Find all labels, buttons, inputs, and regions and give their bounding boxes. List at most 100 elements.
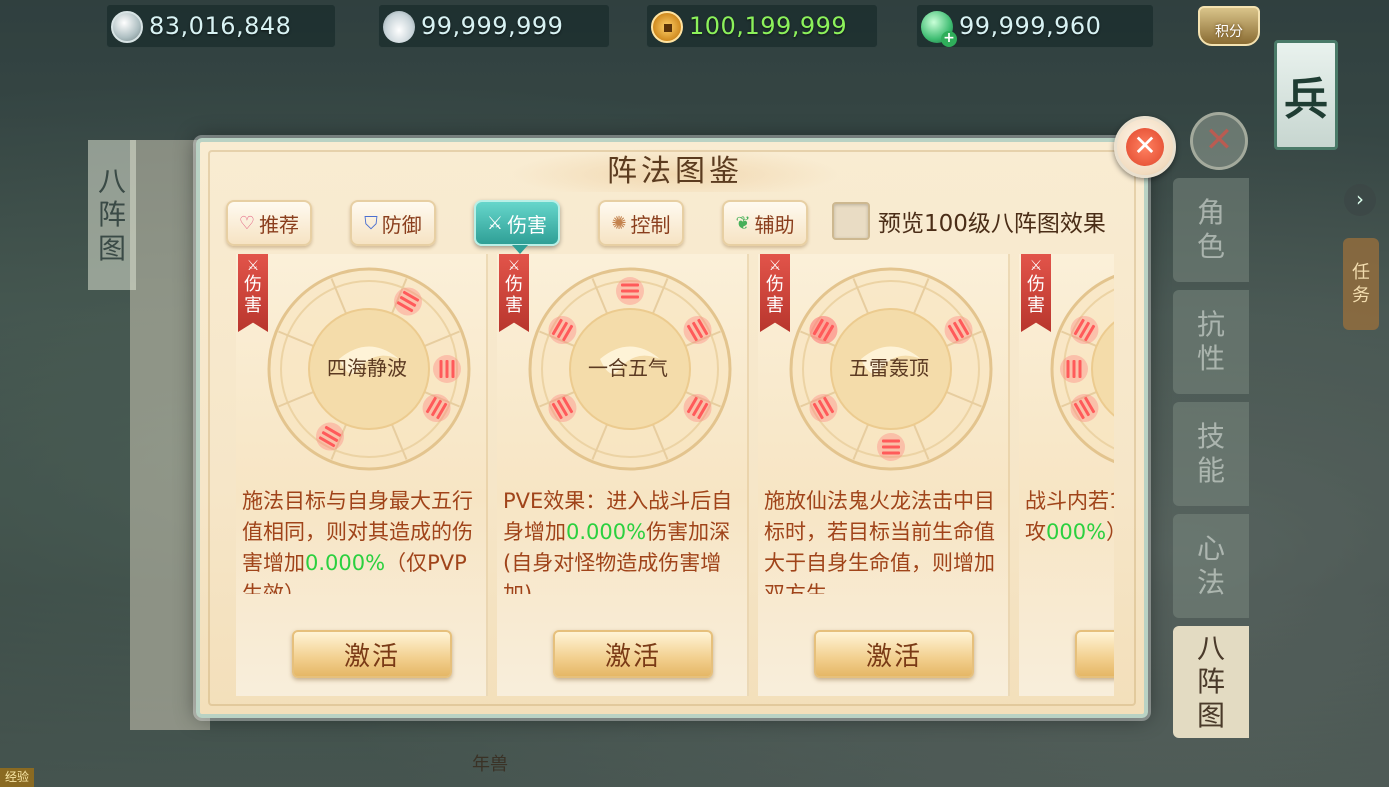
left-tab-eight-formation: 八 阵 图 [88, 140, 136, 290]
mission-tab-char: 务 [1352, 285, 1370, 306]
activate-button[interactable]: 激活 [292, 630, 452, 678]
side-tab-char: 抗 [1196, 308, 1225, 342]
close-button[interactable]: ✕ [1114, 116, 1176, 178]
mission-tab[interactable]: 任 务 [1343, 238, 1379, 330]
damage-tag-char: 害 [1027, 294, 1045, 316]
formation-name: 五雷轰顶 [849, 356, 929, 380]
swirl-icon: ✺ [611, 212, 627, 234]
formation-card[interactable]: ⚔ 伤害五雷轰顶施放仙法鬼火龙法击中目标时，若目标当前生命值大于自身生命值，则增加… [758, 254, 1010, 696]
side-tab-eight-formation[interactable]: 八 阵 图 [1173, 626, 1249, 738]
tab-defense[interactable]: ⛉ 防御 [350, 200, 436, 246]
damage-tag-char: 害 [244, 294, 262, 316]
formation-description: PVE效果：进入战斗后自身增加0.000%伤害加深(自身对怪物造成伤害增加) [503, 486, 741, 594]
sword-icon: ⚔ [768, 258, 782, 274]
side-tab-resistance[interactable]: 抗 性 [1173, 290, 1249, 394]
tab-defense-label: 防御 [381, 212, 422, 237]
currency-copper-coin: 100,199,999 [646, 4, 878, 48]
preview-level-100-toggle[interactable]: 预览100级八阵图效果 [832, 202, 1106, 240]
chevron-right-icon[interactable]: › [1344, 184, 1376, 216]
side-tab-char: 八 [1196, 631, 1225, 665]
tab-damage-label: 伤害 [507, 212, 548, 237]
damage-tag-char: 害 [766, 294, 784, 316]
formation-card[interactable]: ⚔ 伤害四海静波施法目标与自身最大五行值相同，则对其造成的伤害增加0.000%（仅… [236, 254, 488, 696]
silver-coin-value: 83,016,848 [149, 12, 292, 40]
sword-icon: ⚔ [486, 212, 504, 234]
formation-description: 施放仙法鬼火龙法击中目标时，若目标当前生命值大于自身生命值，则增加双方生 [764, 486, 1002, 594]
dialog-title: 阵法图鉴 [607, 154, 743, 189]
formation-name: 四海静波 [327, 356, 407, 380]
damage-tag-char: 害 [505, 294, 523, 316]
formation-codex-dialog: 阵法图鉴 ♡ 推荐 ⛉ 防御 ⚔ 伤害 ✺ 控制 ❦ 辅助 预览100级八阵图效… [196, 138, 1148, 718]
tab-support[interactable]: ❦ 辅助 [722, 200, 808, 246]
side-tab-mind-method[interactable]: 心 法 [1173, 514, 1249, 618]
formation-wheel-icon [1050, 274, 1114, 464]
formation-name: 一合五气 [588, 356, 668, 380]
side-tab-char: 心 [1196, 532, 1225, 566]
side-tab-char: 性 [1196, 342, 1225, 375]
formation-card[interactable]: ⚔伤害战斗内若1个不同000%攻000%）激活 [1019, 254, 1114, 696]
npc-name-label: 年兽 [472, 754, 508, 775]
soldier-banner: 兵 [1274, 40, 1338, 150]
sword-icon: ⚔ [246, 258, 260, 274]
activate-button[interactable]: 激活 [1075, 630, 1114, 678]
tab-damage[interactable]: ⚔ 伤害 [474, 200, 560, 254]
activate-button[interactable]: 激活 [553, 630, 713, 678]
currency-jade[interactable]: 99,999,960 [916, 4, 1154, 48]
side-tab-char: 角 [1196, 196, 1225, 230]
preview-checkbox[interactable] [832, 202, 870, 240]
score-badge-button[interactable]: 积分 [1198, 6, 1260, 46]
sword-icon: ⚔ [1029, 258, 1043, 274]
formation-card-list[interactable]: ⚔ 伤害四海静波 施法目标与自身最大五行值相同，则对其造成的伤害增加0.000%（仅… [236, 254, 1114, 696]
silver-ingot-icon [383, 11, 415, 43]
tab-support-label: 辅助 [754, 212, 795, 237]
description-text: 施放仙法鬼火龙法击中目标时，若目标当前生命值大于自身生命值，则增加双方生 [764, 489, 995, 594]
formation-card[interactable]: ⚔ 伤害一合五气 PVE效果：进入战斗后自身增加0.000%伤害加深(自身对怪物造成… [497, 254, 749, 696]
dialog-title-bar: 阵法图鉴 [510, 144, 840, 192]
leaf-icon: ❦ [735, 212, 751, 234]
sword-icon: ⚔ [507, 258, 521, 274]
tab-recommend-label: 推荐 [259, 212, 300, 237]
side-tab-character[interactable]: 角 色 [1173, 178, 1249, 282]
formation-description: 战斗内若1个不同000%攻000%） [1025, 486, 1114, 594]
jade-value: 99,999,960 [959, 12, 1102, 40]
side-tab-char: 色 [1196, 230, 1225, 263]
damage-tag-char: 伤 [244, 274, 262, 296]
shield-icon: ⛉ [364, 212, 378, 234]
side-tab-char: 技 [1196, 420, 1225, 454]
score-badge-label: 积分 [1215, 24, 1243, 40]
silver-coin-icon [111, 11, 143, 43]
banner-char: 兵 [1284, 74, 1328, 125]
copper-coin-value: 100,199,999 [689, 12, 848, 40]
heart-icon: ♡ [238, 212, 256, 234]
tab-control-label: 控制 [630, 212, 671, 237]
side-tab-list: 角 色 抗 性 技 能 心 法 八 阵 图 [1173, 178, 1249, 746]
left-tab-char: 阵 [97, 198, 126, 232]
damage-tag-char: 伤 [1027, 274, 1045, 296]
formation-description: 施法目标与自身最大五行值相同，则对其造成的伤害增加0.000%（仅PVP生效） [242, 486, 480, 594]
description-value: 000% [1046, 520, 1107, 544]
side-tab-char: 法 [1196, 566, 1225, 599]
tab-control[interactable]: ✺ 控制 [598, 200, 684, 246]
description-text: ） [1106, 520, 1114, 544]
damage-tag-char: 伤 [766, 274, 784, 296]
side-tab-char: 图 [1196, 698, 1225, 732]
side-tab-skills[interactable]: 技 能 [1173, 402, 1249, 506]
activate-button[interactable]: 激活 [814, 630, 974, 678]
exp-label: 经验 [0, 768, 34, 787]
currency-silver-ingot: 99,999,999 [378, 4, 610, 48]
description-value: 0.000% [566, 520, 647, 544]
jade-add-icon[interactable] [921, 11, 957, 47]
background-close-icon: ✕ [1190, 112, 1248, 170]
side-tab-char: 能 [1196, 454, 1225, 487]
copper-coin-icon [651, 11, 683, 43]
description-value: 0.000% [305, 551, 386, 575]
silver-ingot-value: 99,999,999 [421, 12, 564, 40]
damage-tag-char: 伤 [505, 274, 523, 296]
close-icon: ✕ [1126, 128, 1164, 166]
tab-recommend[interactable]: ♡ 推荐 [226, 200, 312, 246]
currency-silver-coin: 83,016,848 [106, 4, 336, 48]
description-text: 攻 [1025, 520, 1046, 544]
left-tab-char: 八 [97, 164, 126, 198]
mission-tab-char: 任 [1352, 261, 1370, 283]
description-text: 战斗内若1个不同 [1025, 489, 1114, 513]
